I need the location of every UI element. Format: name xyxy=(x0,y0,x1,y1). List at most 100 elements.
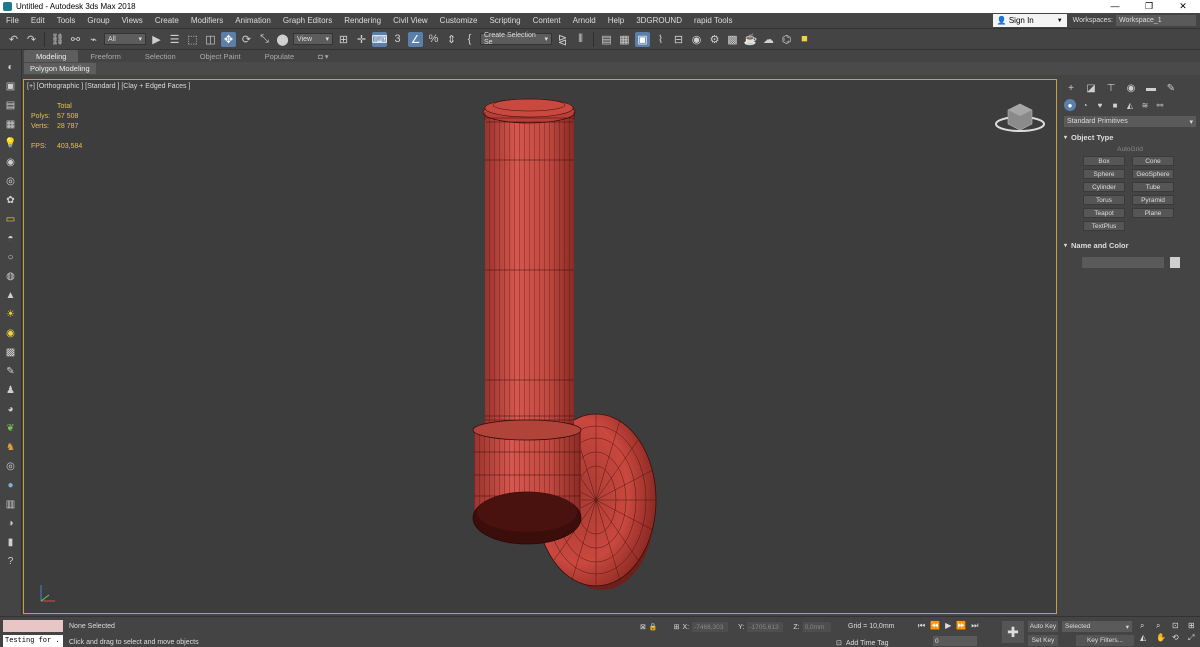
autogrid-checkbox[interactable]: AutoGrid xyxy=(1060,146,1200,153)
select-manipulate-icon[interactable]: ✛ xyxy=(354,32,369,47)
menu-customize[interactable]: Customize xyxy=(434,16,484,25)
menu-edit[interactable]: Edit xyxy=(25,16,51,25)
render-in-cloud-icon[interactable]: ⌬ xyxy=(779,32,794,47)
zoom-icon[interactable]: ⌕ xyxy=(1140,621,1154,631)
window-crossing-icon[interactable]: ◫ xyxy=(203,32,218,47)
sign-in-button[interactable]: 👤 Sign In ▼ xyxy=(992,14,1067,27)
tall-cylinder[interactable] xyxy=(482,98,576,432)
light-bulb-icon[interactable]: 💡 xyxy=(3,136,18,151)
snaps-toggle-icon[interactable]: 3 xyxy=(390,32,405,47)
select-and-scale-icon[interactable]: ⤡ xyxy=(257,32,272,47)
set-key-mode-icon[interactable]: ✚ xyxy=(1002,621,1024,643)
box-button[interactable]: Box xyxy=(1083,156,1125,166)
select-icon[interactable]: ▣ xyxy=(3,79,18,94)
maximize-button[interactable]: ❐ xyxy=(1132,1,1166,12)
primitive-category-select[interactable]: Standard Primitives ▾ xyxy=(1064,116,1196,127)
mirror-icon[interactable]: ⧎ xyxy=(555,32,570,47)
perspective-viewport[interactable]: [+] [Orthographic ] [Standard ] [Clay + … xyxy=(23,79,1057,614)
pivot-center-icon[interactable]: ⊞ xyxy=(336,32,351,47)
menu-create[interactable]: Create xyxy=(149,16,185,25)
menu-animation[interactable]: Animation xyxy=(229,16,277,25)
curve-editor-icon[interactable]: ⌇ xyxy=(653,32,668,47)
create-tab-icon[interactable]: + xyxy=(1064,83,1078,94)
display-icon[interactable]: ▤ xyxy=(3,98,18,113)
select-and-place-icon[interactable]: ⬤ xyxy=(275,32,290,47)
systems-icon[interactable]: ⚯ xyxy=(1154,99,1166,111)
tab-modeling[interactable]: Modeling xyxy=(24,50,79,62)
target-icon[interactable]: ◉ xyxy=(3,326,18,341)
motion-tab-icon[interactable]: ◉ xyxy=(1124,83,1138,94)
scene-explorer-icon[interactable]: ▤ xyxy=(599,32,614,47)
menu-tools[interactable]: Tools xyxy=(51,16,82,25)
link-icon[interactable]: ⛓ xyxy=(50,32,65,47)
render-production-icon[interactable]: ☕ xyxy=(743,32,758,47)
menu-rapid-tools[interactable]: rapid Tools xyxy=(688,16,739,25)
align-icon[interactable]: ⫴ xyxy=(573,32,588,47)
tab-object-paint[interactable]: Object Paint xyxy=(188,50,253,62)
bind-spacewarp-icon[interactable]: ⌁ xyxy=(86,32,101,47)
angle-snap-icon[interactable]: ∠ xyxy=(408,31,423,47)
field-of-view-icon[interactable]: ◭ xyxy=(1140,633,1154,643)
teapot-button[interactable]: Teapot xyxy=(1083,208,1125,218)
edit-named-selection-icon[interactable]: { xyxy=(462,32,477,47)
menu-views[interactable]: Views xyxy=(116,16,149,25)
play-icon[interactable]: ▶ xyxy=(945,621,951,631)
current-frame-field[interactable]: 0 xyxy=(933,636,977,646)
keyboard-shortcut-override-icon[interactable]: ⌨ xyxy=(372,31,387,47)
zoom-all-icon[interactable]: ⌕ xyxy=(1156,621,1170,631)
named-selection-set-select[interactable]: Create Selection Se ▾ xyxy=(480,32,552,46)
phone-icon[interactable]: ▮ xyxy=(3,535,18,550)
material-editor-icon[interactable]: ◉ xyxy=(689,32,704,47)
isolate-icon[interactable]: ⊠ xyxy=(640,623,646,631)
sun-icon[interactable]: ☀ xyxy=(3,307,18,322)
tab-selection[interactable]: Selection xyxy=(133,50,188,62)
unlink-icon[interactable]: ⚯ xyxy=(68,32,83,47)
sphere-button[interactable]: Sphere xyxy=(1083,169,1125,179)
utilities-tab-icon[interactable]: ✎ xyxy=(1164,83,1178,94)
stack-icon[interactable]: ▥ xyxy=(3,497,18,512)
select-by-name-icon[interactable]: ☰ xyxy=(167,32,182,47)
help-circle-icon[interactable]: ? xyxy=(3,554,18,569)
object-color-swatch[interactable] xyxy=(1170,257,1180,268)
redo-icon[interactable]: ↷ xyxy=(24,32,39,47)
pan-icon[interactable]: ✋ xyxy=(1156,633,1170,643)
viewcube-icon[interactable] xyxy=(994,98,1046,134)
layer-explorer-icon[interactable]: ▦ xyxy=(617,32,632,47)
rectangular-region-icon[interactable]: ⬚ xyxy=(185,32,200,47)
geosphere-button[interactable]: GeoSphere xyxy=(1132,169,1174,179)
textplus-button[interactable]: TextPlus xyxy=(1083,221,1125,231)
ribbon-toggle-icon[interactable]: ▣ xyxy=(635,31,650,47)
lights-icon[interactable]: ♥ xyxy=(1094,99,1106,111)
globe-icon[interactable]: ◕ xyxy=(3,402,18,417)
orbit-icon[interactable]: ⟲ xyxy=(1172,633,1186,643)
select-and-move-icon[interactable]: ✥ xyxy=(221,31,236,47)
z-coordinate-field[interactable]: 0,0mm xyxy=(802,622,831,632)
set-key-button[interactable]: Set Key xyxy=(1028,635,1058,646)
modify-tab-icon[interactable]: ◪ xyxy=(1084,83,1098,94)
polygon-modeling-panel[interactable]: Polygon Modeling xyxy=(24,63,96,74)
brush-icon[interactable]: ✎ xyxy=(3,364,18,379)
selection-set-select[interactable]: Selected ▾ xyxy=(1062,621,1132,632)
object-name-input[interactable] xyxy=(1082,257,1164,268)
rendered-frame-window-icon[interactable]: ▩ xyxy=(725,32,740,47)
table-icon[interactable]: ▦ xyxy=(3,117,18,132)
lower-collar[interactable] xyxy=(472,419,582,545)
plugin-icon[interactable]: ■ xyxy=(797,32,812,47)
lock-selection-icon[interactable]: 🔒 xyxy=(649,623,658,631)
menu-file[interactable]: File xyxy=(0,16,25,25)
schematic-view-icon[interactable]: ⊟ xyxy=(671,32,686,47)
maximize-viewport-icon[interactable]: ⤢ xyxy=(1188,633,1200,643)
menu-arnold[interactable]: Arnold xyxy=(567,16,602,25)
spinner-snap-icon[interactable]: ⇕ xyxy=(444,32,459,47)
percent-snap-icon[interactable]: % xyxy=(426,32,441,47)
selection-filter-select[interactable]: All ▾ xyxy=(104,33,146,45)
add-time-tag-button[interactable]: ⊡ Add Time Tag xyxy=(836,639,889,647)
spacewarps-icon[interactable]: ≋ xyxy=(1139,99,1151,111)
menu-content[interactable]: Content xyxy=(527,16,567,25)
animal-icon[interactable]: ♞ xyxy=(3,440,18,455)
previous-frame-icon[interactable]: ⏪ xyxy=(930,621,940,631)
x-coordinate-field[interactable]: -7468,303 xyxy=(692,622,729,632)
helper-icon[interactable]: ◎ xyxy=(3,174,18,189)
ribbon-options-icon[interactable]: ◘ ▾ xyxy=(306,50,340,62)
menu-3dground[interactable]: 3DGROUND xyxy=(630,16,688,25)
